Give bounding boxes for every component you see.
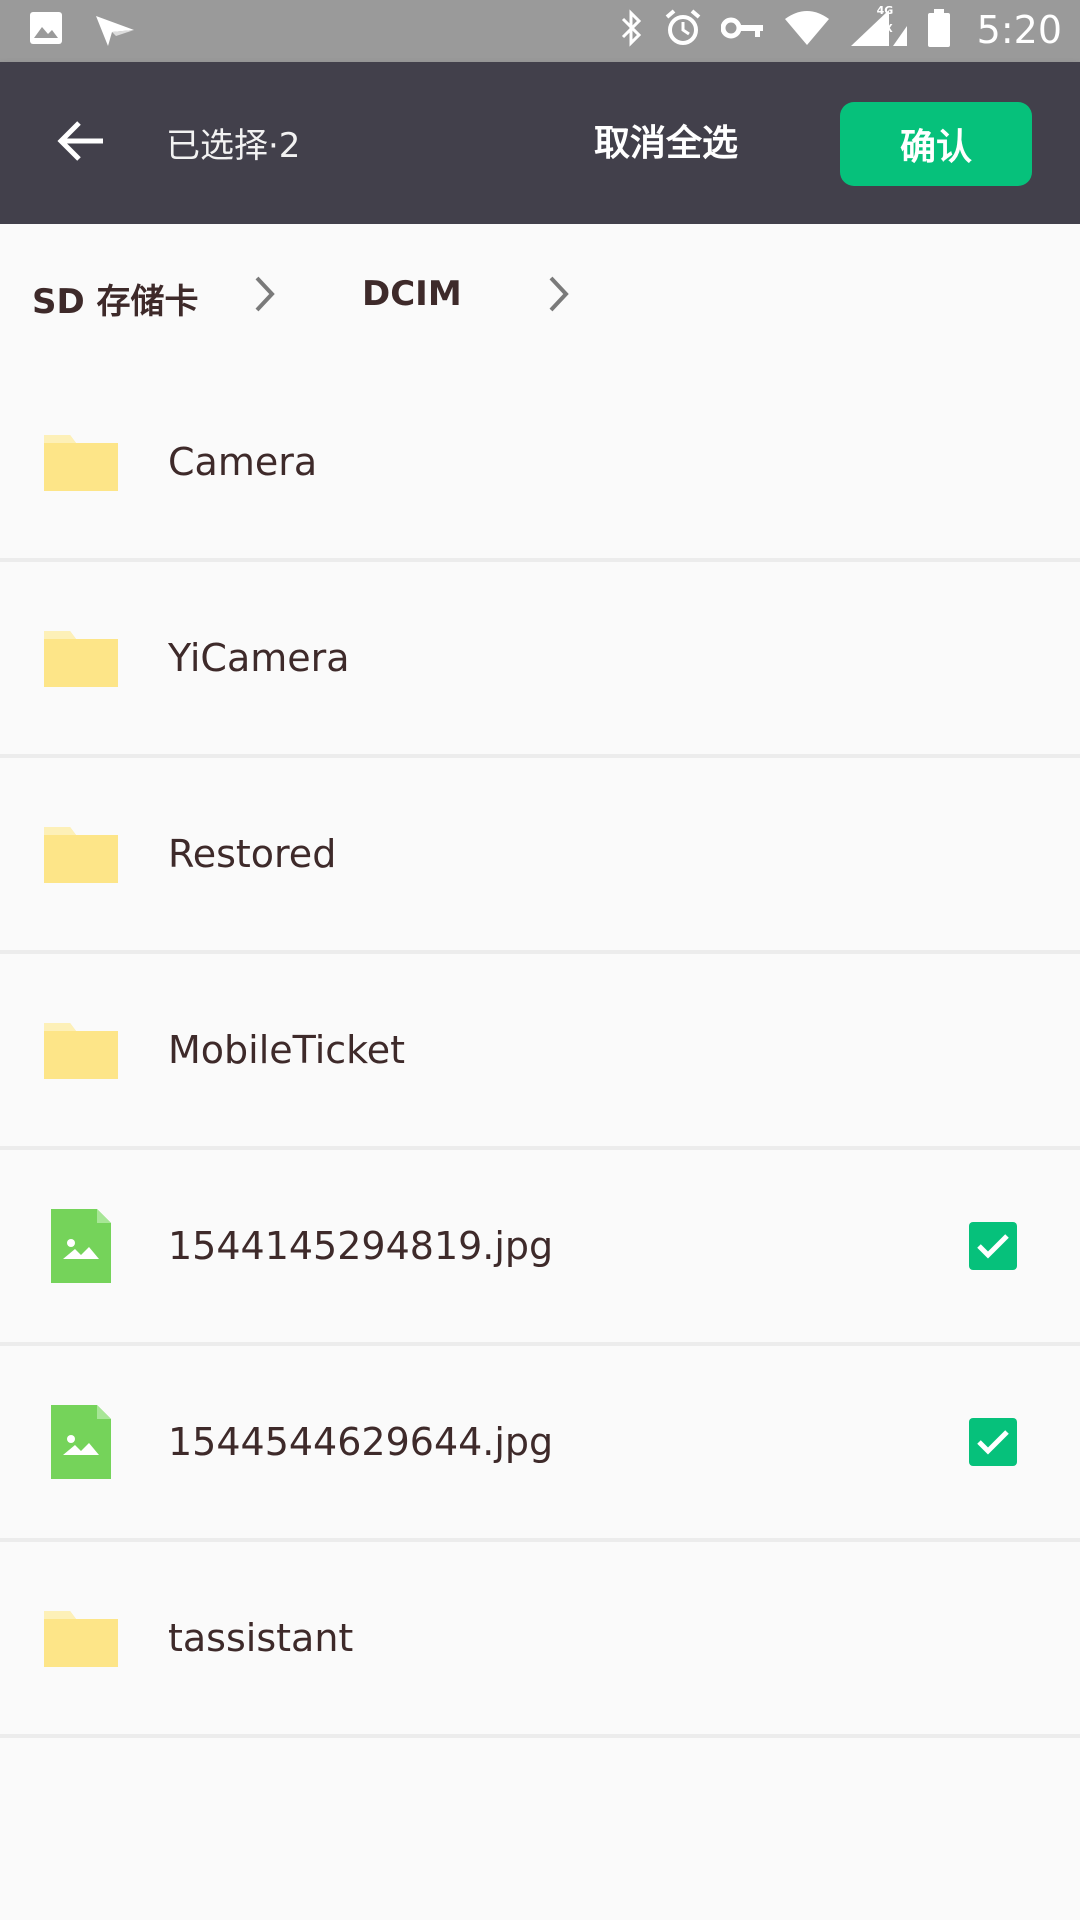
- list-item-folder[interactable]: tassistant: [0, 1542, 1080, 1738]
- confirm-button[interactable]: 确认: [840, 102, 1032, 186]
- back-button[interactable]: [46, 111, 116, 175]
- bluetooth-icon: [619, 8, 645, 52]
- send-icon: [94, 10, 136, 54]
- file-list: Camera YiCamera Restored MobileTicket 15…: [0, 366, 1080, 1738]
- key-icon: [720, 13, 765, 47]
- file-name: Restored: [168, 832, 337, 876]
- list-item-image[interactable]: 1544145294819.jpg: [0, 1150, 1080, 1346]
- list-item-folder[interactable]: YiCamera: [0, 562, 1080, 758]
- list-item-folder[interactable]: MobileTicket: [0, 954, 1080, 1150]
- file-name: Camera: [168, 440, 318, 484]
- image-file-icon: [44, 1405, 118, 1479]
- image-file-icon: [44, 1209, 118, 1283]
- status-time: 5:20: [976, 8, 1062, 52]
- status-right: 4G 1X 5:20: [619, 4, 1062, 52]
- alarm-icon: [663, 8, 703, 52]
- folder-icon: [44, 817, 118, 891]
- confirm-button-label: 确认: [899, 127, 972, 168]
- folder-icon: [44, 621, 118, 695]
- list-item-image[interactable]: 1544544629644.jpg: [0, 1346, 1080, 1542]
- checkbox-checked[interactable]: [969, 1222, 1017, 1270]
- file-name: YiCamera: [168, 636, 350, 680]
- breadcrumb-item-sd-card[interactable]: SD 存储卡: [32, 274, 199, 323]
- list-item-folder[interactable]: Restored: [0, 758, 1080, 954]
- breadcrumb: SD 存储卡 DCIM: [0, 224, 1080, 366]
- selection-toolbar: 已选择·2 取消全选 确认: [0, 62, 1080, 224]
- folder-icon: [44, 1601, 118, 1675]
- status-bar: 4G 1X 5:20: [0, 0, 1080, 62]
- folder-icon: [44, 1013, 118, 1087]
- chevron-right-icon: [252, 272, 278, 320]
- file-name: 1544145294819.jpg: [168, 1224, 554, 1268]
- file-name: MobileTicket: [168, 1028, 406, 1072]
- status-left: [28, 10, 136, 54]
- network-type-top: 4G: [876, 4, 894, 17]
- file-name: tassistant: [168, 1616, 354, 1660]
- breadcrumb-item-dcim[interactable]: DCIM: [362, 274, 462, 314]
- signal-icon: 4G 1X: [849, 4, 909, 52]
- file-name: 1544544629644.jpg: [168, 1420, 554, 1464]
- list-item-folder[interactable]: Camera: [0, 366, 1080, 562]
- network-type-bottom: 1X: [876, 22, 893, 35]
- chevron-right-icon: [546, 272, 572, 320]
- selected-count-label: 已选择·2: [166, 126, 301, 166]
- deselect-all-button[interactable]: 取消全选: [594, 114, 738, 166]
- wifi-icon: [783, 9, 831, 51]
- image-icon: [28, 10, 64, 54]
- checkbox-checked[interactable]: [969, 1418, 1017, 1466]
- battery-icon: [927, 8, 951, 52]
- arrow-left-icon: [57, 120, 105, 166]
- folder-icon: [44, 425, 118, 499]
